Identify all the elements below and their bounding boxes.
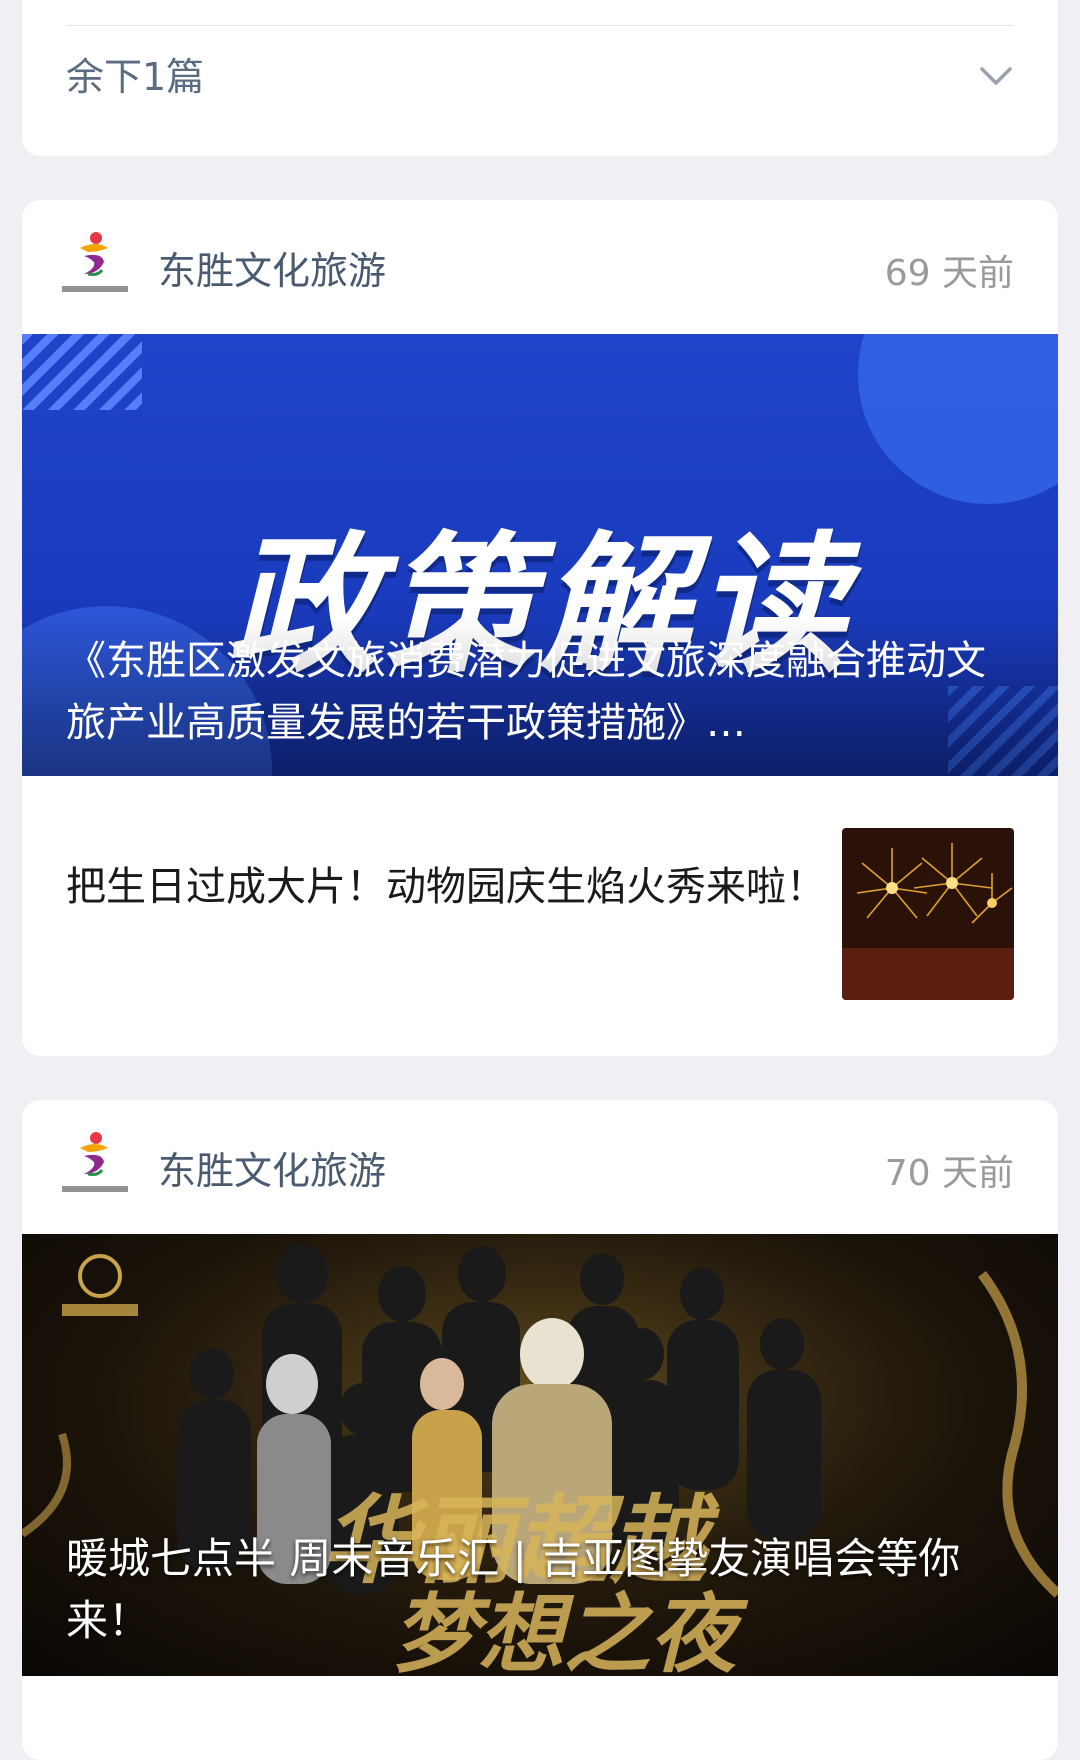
article-card: 东胜文化旅游 69 天前 政策解读 《东胜区激发文旅消费潜力促进文旅深度融合推动… — [22, 200, 1058, 1056]
account-header[interactable]: 东胜文化旅游 69 天前 — [22, 200, 1058, 334]
hero-caption: 暖城七点半 周末音乐汇 | 吉亚图挚友演唱会等你来！ — [66, 1534, 961, 1645]
account-name: 东胜文化旅游 — [158, 249, 387, 293]
collapsed-articles-card[interactable]: 余下1篇 — [22, 0, 1058, 156]
publish-time: 69 天前 — [884, 253, 1014, 294]
hero-caption: 《东胜区激发文旅消费潜力促进文旅深度融合推动文旅产业高质量发展的若干政策措施》… — [66, 638, 986, 746]
chevron-down-icon[interactable] — [976, 56, 1016, 96]
fireworks-thumbnail — [842, 828, 1014, 1000]
dongsheng-logo-icon — [62, 232, 128, 292]
divider — [66, 25, 1014, 26]
account-name: 东胜文化旅游 — [158, 1149, 387, 1193]
dongsheng-logo-icon — [62, 1132, 128, 1192]
remaining-articles-label: 余下1篇 — [66, 55, 205, 99]
sub-article-item[interactable]: 把生日过成大片！动物园庆生焰火秀来啦！ — [22, 776, 1058, 1054]
decorative-circle — [858, 334, 1058, 504]
hero-article-concert[interactable]: 华丽超越 梦想之夜 暖城七点半 周末音乐汇 | 吉亚图挚友演唱会等你来！ — [22, 1234, 1058, 1676]
hero-article-policy[interactable]: 政策解读 《东胜区激发文旅消费潜力促进文旅深度融合推动文旅产业高质量发展的若干政… — [22, 334, 1058, 776]
article-card: 东胜文化旅游 70 天前 华丽超越 梦想之夜 暖城七点半 周末音乐汇 | 吉亚图… — [22, 1100, 1058, 1760]
publish-time: 70 天前 — [884, 1153, 1014, 1194]
decorative-stripes — [22, 334, 142, 410]
account-header[interactable]: 东胜文化旅游 70 天前 — [22, 1100, 1058, 1234]
sub-article-title: 把生日过成大片！动物园庆生焰火秀来啦！ — [66, 864, 826, 910]
